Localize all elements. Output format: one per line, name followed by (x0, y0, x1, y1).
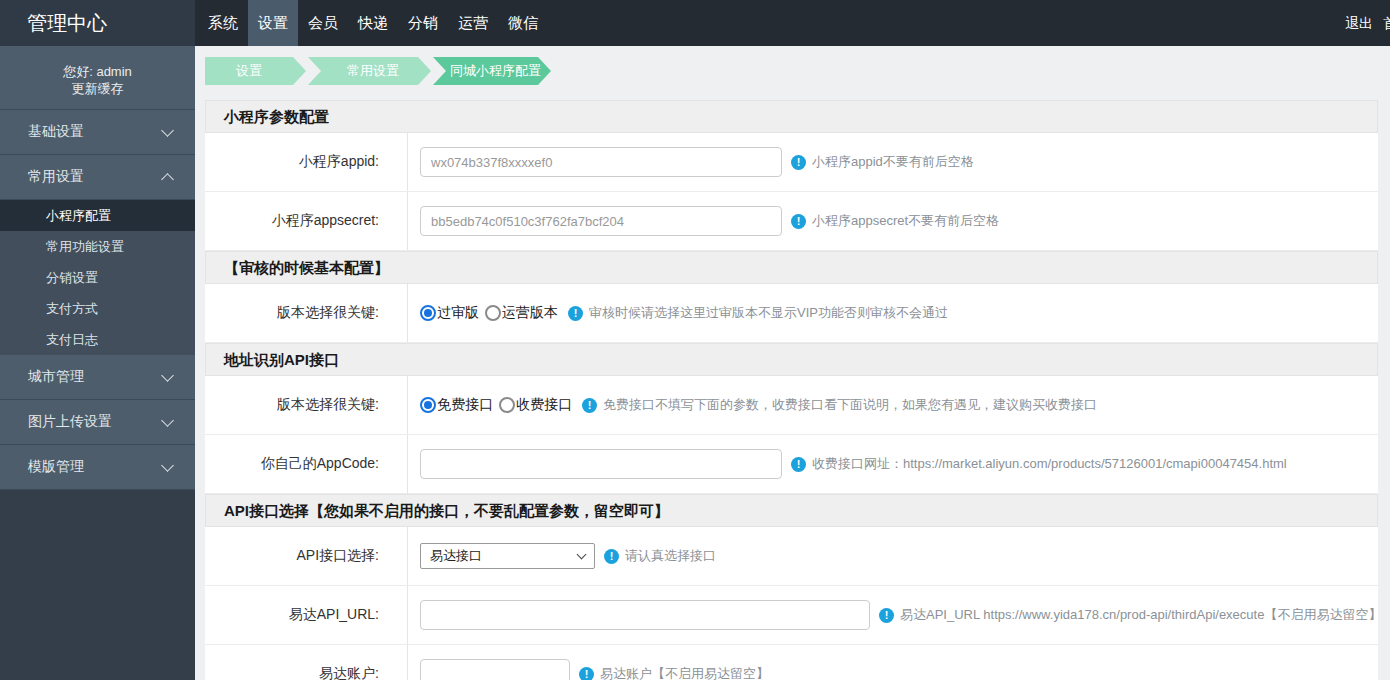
breadcrumb-item-common-settings[interactable]: 常用设置 (308, 57, 431, 85)
api-select-value: 易达接口 (430, 547, 482, 565)
radio-unchecked-icon[interactable] (485, 305, 501, 321)
form-row-appcode: 你自己的AppCode: 收费接口网址：https://market.aliyu… (205, 435, 1378, 494)
info-icon (579, 667, 594, 680)
logout-link[interactable]: 退出 (1345, 0, 1373, 46)
sidebar-item-basic-settings[interactable]: 基础设置 (0, 110, 195, 155)
form-row-api-select: API接口选择: 易达接口 请认真选择接口 (205, 527, 1378, 586)
radio-option-label: 运营版本 (502, 304, 558, 322)
section-header-api-select: API接口选择【您如果不启用的接口，不要乱配置参数，留空即可】 (205, 494, 1378, 527)
appsecret-input[interactable] (420, 206, 782, 236)
update-cache-link[interactable]: 更新缓存 (72, 81, 124, 96)
sidebar: 您好: admin 更新缓存 基础设置 常用设置 小程序配置 常用功能设置 分销… (0, 46, 195, 680)
nav-item-settings[interactable]: 设置 (248, 0, 298, 46)
breadcrumb-item-settings[interactable]: 设置 (205, 57, 306, 85)
yida-url-label: 易达API_URL: (205, 586, 408, 644)
section-header-review-config: 【审核的时候基本配置】 (205, 251, 1378, 284)
appcode-label: 你自己的AppCode: (205, 435, 408, 493)
version-select-tip: 审核时候请选择这里过审版本不显示VIP功能否则审核不会通过 (589, 304, 948, 322)
nav-item-operation[interactable]: 运营 (448, 0, 498, 46)
version-select-label: 版本选择很关键: (205, 284, 408, 342)
breadcrumb-item-current: 同城小程序配置 (433, 57, 551, 85)
app-title: 管理中心 (0, 0, 195, 46)
greeting-text: 您好: admin (0, 63, 195, 80)
nav-item-members[interactable]: 会员 (298, 0, 348, 46)
chevron-up-icon (161, 173, 174, 186)
sidebar-item-label: 城市管理 (28, 368, 84, 386)
radio-option-label: 免费接口 (437, 396, 493, 414)
yida-account-tip: 易达账户【不启用易达留空】 (600, 665, 769, 680)
yida-account-label: 易达账户: (205, 645, 408, 680)
sidebar-item-template-management[interactable]: 模版管理 (0, 445, 195, 490)
form-row-version-select: 版本选择很关键: 过审版 运营版本 审核时候请选择这里过审版本不显示VIP功能否… (205, 284, 1378, 343)
sidebar-item-label: 图片上传设置 (28, 413, 112, 431)
sidebar-item-label: 模版管理 (28, 458, 84, 476)
chevron-down-icon (161, 414, 174, 427)
nav-item-wechat[interactable]: 微信 (498, 0, 548, 46)
appid-label: 小程序appid: (205, 133, 408, 191)
appid-input[interactable] (420, 147, 782, 177)
sidebar-item-image-upload[interactable]: 图片上传设置 (0, 400, 195, 445)
info-icon (568, 306, 583, 321)
yida-url-input[interactable] (420, 600, 870, 630)
api-select-dropdown[interactable]: 易达接口 (420, 543, 595, 569)
user-box: 您好: admin 更新缓存 (0, 46, 195, 110)
chevron-down-icon (577, 549, 587, 559)
sidebar-subitem-payment-logs[interactable]: 支付日志 (0, 324, 195, 355)
settings-form: 小程序参数配置 小程序appid: 小程序appid不要有前后空格 小程序app… (205, 100, 1378, 680)
api-mode-label: 版本选择很关键: (205, 376, 408, 434)
top-nav: 系统 设置 会员 快递 分销 运营 微信 (198, 0, 548, 46)
nav-item-express[interactable]: 快递 (348, 0, 398, 46)
form-row-api-mode: 版本选择很关键: 免费接口 收费接口 免费接口不填写下面的参数，收费接口看下面说… (205, 376, 1378, 435)
radio-unchecked-icon[interactable] (499, 397, 515, 413)
sidebar-subitem-miniprogram-config[interactable]: 小程序配置 (0, 200, 195, 231)
sidebar-item-common-settings[interactable]: 常用设置 (0, 155, 195, 200)
yida-account-input[interactable] (420, 659, 570, 680)
section-header-address-api: 地址识别API接口 (205, 343, 1378, 376)
sidebar-item-label: 常用设置 (28, 168, 84, 186)
yida-url-tip: 易达API_URL https://www.yida178.cn/prod-ap… (900, 606, 1381, 624)
api-select-label: API接口选择: (205, 527, 408, 585)
info-icon (791, 155, 806, 170)
sidebar-subitem-common-functions[interactable]: 常用功能设置 (0, 231, 195, 262)
form-row-appid: 小程序appid: 小程序appid不要有前后空格 (205, 133, 1378, 192)
api-mode-tip: 免费接口不填写下面的参数，收费接口看下面说明，如果您有遇见，建议购买收费接口 (603, 396, 1097, 414)
form-row-yida-account: 易达账户: 易达账户【不启用易达留空】 (205, 645, 1378, 680)
api-select-tip: 请认真选择接口 (625, 547, 716, 565)
nav-item-system[interactable]: 系统 (198, 0, 248, 46)
info-icon (791, 457, 806, 472)
info-icon (582, 398, 597, 413)
breadcrumb: 设置 常用设置 同城小程序配置 (205, 57, 553, 85)
nav-item-distribution[interactable]: 分销 (398, 0, 448, 46)
radio-option-label: 收费接口 (516, 396, 572, 414)
radio-checked-icon[interactable] (420, 397, 436, 413)
appcode-input[interactable] (420, 449, 782, 479)
appcode-tip: 收费接口网址：https://market.aliyun.com/product… (812, 455, 1287, 473)
chevron-down-icon (161, 124, 174, 137)
sidebar-item-city-management[interactable]: 城市管理 (0, 355, 195, 400)
section-header-miniprogram-params: 小程序参数配置 (205, 100, 1378, 133)
sidebar-subitem-distribution-settings[interactable]: 分销设置 (0, 262, 195, 293)
form-row-appsecret: 小程序appsecret: 小程序appsecret不要有前后空格 (205, 192, 1378, 251)
appsecret-tip: 小程序appsecret不要有前后空格 (812, 212, 999, 230)
info-icon (791, 214, 806, 229)
chevron-down-icon (161, 459, 174, 472)
radio-checked-icon[interactable] (420, 305, 436, 321)
form-row-yida-url: 易达API_URL: 易达API_URL https://www.yida178… (205, 586, 1378, 645)
sidebar-item-label: 基础设置 (28, 123, 84, 141)
topbar: 管理中心 系统 设置 会员 快递 分销 运营 微信 退出 首 (0, 0, 1390, 46)
radio-option-label: 过审版 (437, 304, 479, 322)
appid-tip: 小程序appid不要有前后空格 (812, 153, 974, 171)
appsecret-label: 小程序appsecret: (205, 192, 408, 250)
sidebar-subitem-payment-methods[interactable]: 支付方式 (0, 293, 195, 324)
chevron-down-icon (161, 369, 174, 382)
sidebar-submenu: 小程序配置 常用功能设置 分销设置 支付方式 支付日志 (0, 200, 195, 355)
info-icon (604, 549, 619, 564)
info-icon (879, 608, 894, 623)
home-link[interactable]: 首 (1383, 0, 1390, 46)
